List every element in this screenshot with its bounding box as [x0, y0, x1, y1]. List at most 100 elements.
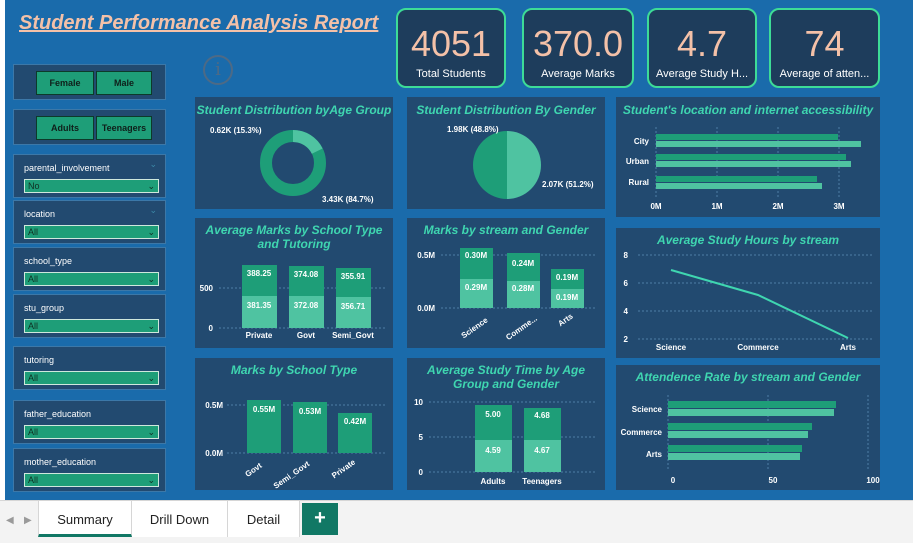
dropdown-field[interactable]: All ⌄	[24, 473, 159, 487]
marks-school-type-card: Marks by School Type 0.5M 0.0M 0.55M 0.5…	[195, 358, 393, 490]
category-label: City	[634, 137, 650, 146]
bar-city-1	[656, 134, 838, 140]
gender-pie-chart[interactable]: 1.98K (48.8%) 2.07K (51.2%)	[407, 97, 605, 209]
attendance-bar-chart[interactable]: Science Commerce Arts 0 50 100	[616, 365, 880, 490]
data-label: 388.25	[247, 269, 272, 278]
gender-slicer: Female Male	[13, 64, 166, 100]
dropdown-mother-education: mother_education All ⌄	[13, 448, 166, 492]
category-label: Commerce	[621, 428, 663, 437]
dropdown-field[interactable]: All ⌄	[24, 425, 159, 439]
category-label: Science	[656, 343, 687, 352]
data-label: 355.91	[341, 272, 366, 281]
next-page-icon[interactable]: ▶	[24, 515, 32, 526]
study-age-gender-card: Average Study Time by Age Group and Gend…	[407, 358, 605, 490]
tick-label: 0.5M	[417, 251, 435, 260]
data-label: 0.24M	[512, 259, 535, 268]
data-label: 374.08	[294, 270, 319, 279]
tick-label: 2	[624, 335, 629, 344]
data-label: 5.00	[485, 410, 501, 419]
chevron-down-icon[interactable]: ⌄	[149, 159, 157, 170]
pie-slice-male	[507, 131, 541, 199]
dropdown-label: stu_group	[24, 303, 65, 313]
category-label: Semi_Govt	[272, 459, 312, 490]
category-label: Teenagers	[522, 477, 562, 486]
tick-label: 100	[866, 476, 880, 485]
kpi-label: Average of atten...	[779, 68, 870, 80]
category-label: Science	[460, 315, 490, 340]
tab-summary[interactable]: Summary	[38, 501, 132, 537]
slicer-chip-male[interactable]: Male	[96, 71, 152, 95]
dropdown-label: mother_education	[24, 457, 97, 467]
bar-city-2	[656, 141, 861, 147]
dropdown-value: No	[28, 181, 40, 191]
location-bar-chart[interactable]: City Urban Rural 0M 1M 2M 3M	[616, 97, 880, 217]
tick-label: 0	[671, 476, 676, 485]
tick-label: 0M	[650, 202, 661, 211]
marks-school-type-chart[interactable]: 0.5M 0.0M 0.55M 0.53M 0.42M Govt Semi_Go…	[195, 358, 393, 490]
gender-pie-card: Student Distribution By Gender 1.98K (48…	[407, 97, 605, 209]
dropdown-field[interactable]: No ⌄	[24, 179, 159, 193]
bar-rural-1	[656, 176, 817, 182]
data-label: 381.35	[247, 301, 272, 310]
bar-teenagers-male	[524, 440, 561, 472]
data-label: 0.30M	[465, 251, 488, 260]
category-label: Private	[330, 457, 357, 480]
chevron-down-icon: ⌄	[147, 373, 155, 383]
tick-label: 3M	[833, 202, 844, 211]
data-label: 4.68	[534, 411, 550, 420]
tab-detail[interactable]: Detail	[228, 501, 300, 537]
category-label: Arts	[556, 311, 575, 328]
slicer-chip-adults[interactable]: Adults	[36, 116, 94, 140]
study-age-gender-chart[interactable]: 10 5 0 5.00 4.59 4.68 4.67 Adults Teenag…	[407, 358, 605, 490]
tick-label: 8	[624, 251, 629, 260]
data-label: 356.71	[341, 302, 366, 311]
stream-gender-chart[interactable]: 0.5M 0.0M 0.30M 0.29M 0.24M 0.28M 0.19M …	[407, 218, 605, 348]
data-label: 0.53M	[299, 407, 322, 416]
dropdown-parental-involvement: parental_involvement ⌄ No ⌄	[13, 154, 166, 198]
kpi-average-study-hours: 4.7 Average Study H...	[647, 8, 757, 88]
dropdown-field[interactable]: All ⌄	[24, 371, 159, 385]
kpi-average-attendance: 74 Average of atten...	[769, 8, 880, 88]
chevron-down-icon: ⌄	[147, 321, 155, 331]
bar-adults-male	[475, 440, 512, 472]
previous-page-icon[interactable]: ◀	[6, 515, 14, 526]
study-hours-line	[670, 269, 849, 339]
report-canvas: Student Performance Analysis Report i 40…	[5, 0, 913, 500]
slicer-chip-female[interactable]: Female	[36, 71, 94, 95]
data-label: 0.19M	[556, 273, 579, 282]
dropdown-label: parental_involvement	[24, 163, 110, 173]
tick-label: 0.0M	[417, 304, 435, 313]
tick-label: 10	[414, 398, 423, 407]
dropdown-field[interactable]: All ⌄	[24, 319, 159, 333]
chevron-down-icon: ⌄	[147, 427, 155, 437]
tick-label: 0.5M	[205, 401, 223, 410]
bar-science-2	[668, 409, 834, 416]
data-label: 3.43K (84.7%)	[322, 195, 374, 204]
data-label: 1.98K (48.8%)	[447, 125, 499, 134]
kpi-value: 4051	[410, 23, 492, 64]
chevron-down-icon[interactable]: ⌄	[149, 205, 157, 216]
category-label: Govt	[297, 331, 316, 340]
study-hours-line-chart[interactable]: 8 6 4 2 Science Commerce Arts	[616, 228, 880, 358]
age-group-slicer: Adults Teenagers	[13, 109, 166, 145]
bar-urban-2	[656, 161, 851, 167]
school-tutoring-chart[interactable]: 500 0 388.25 381.35 374.08 372.08 355.91…	[195, 218, 393, 348]
data-label: 2.07K (51.2%)	[542, 180, 594, 189]
info-icon[interactable]: i	[203, 55, 233, 85]
category-label: Adults	[481, 477, 506, 486]
category-label: Semi_Govt	[332, 331, 374, 340]
tick-label: 50	[769, 476, 778, 485]
tick-label: 2M	[772, 202, 783, 211]
study-hours-stream-card: Average Study Hours by stream 8 6 4 2 Sc…	[616, 228, 880, 358]
kpi-label: Average Marks	[541, 68, 615, 80]
report-title: Student Performance Analysis Report	[19, 12, 379, 34]
data-label: 0.29M	[465, 283, 488, 292]
slicer-chip-teenagers[interactable]: Teenagers	[96, 116, 152, 140]
age-donut-chart[interactable]: 0.62K (15.3%) 3.43K (84.7%)	[195, 97, 393, 209]
plus-icon[interactable]: +	[302, 503, 338, 535]
tab-drill-down[interactable]: Drill Down	[132, 501, 228, 537]
data-label: 0.62K (15.3%)	[210, 126, 262, 135]
dropdown-field[interactable]: All ⌄	[24, 225, 159, 239]
dropdown-field[interactable]: All ⌄	[24, 272, 159, 286]
kpi-average-marks: 370.0 Average Marks	[522, 8, 634, 88]
